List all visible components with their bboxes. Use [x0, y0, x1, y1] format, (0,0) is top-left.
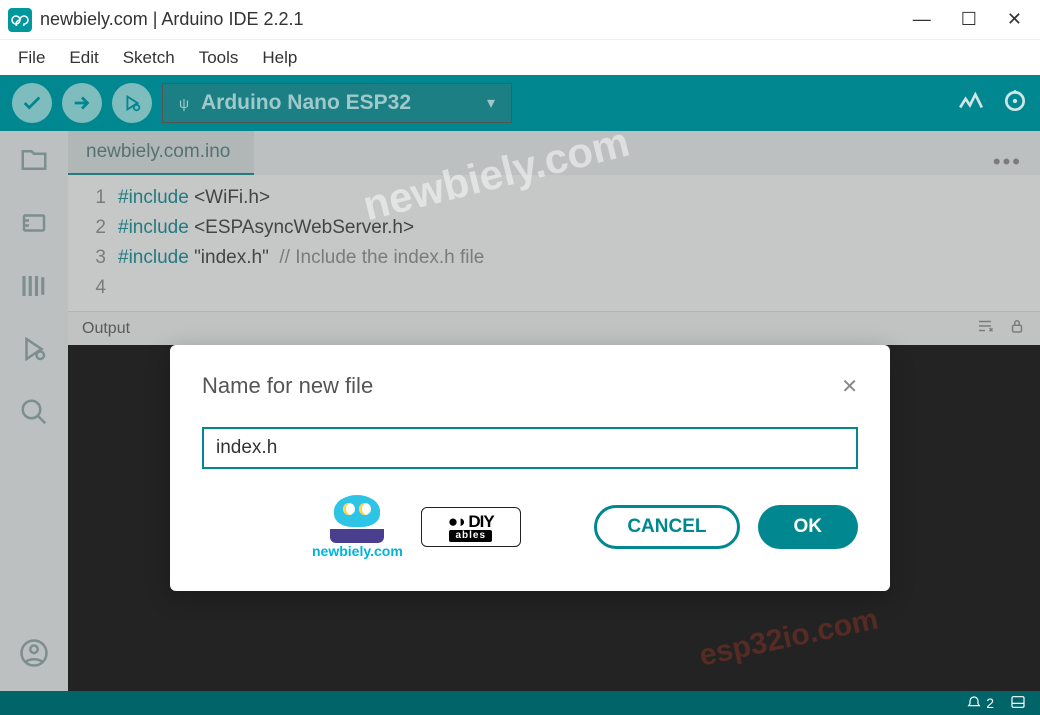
menu-edit[interactable]: Edit — [59, 44, 108, 72]
boards-manager-icon[interactable] — [19, 208, 49, 243]
output-lock-icon[interactable] — [1008, 317, 1026, 340]
menu-tools[interactable]: Tools — [189, 44, 249, 72]
close-icon[interactable]: ✕ — [1007, 9, 1022, 30]
chevron-down-icon: ▾ — [487, 93, 495, 113]
line-gutter: 1234 — [68, 175, 118, 311]
dialog-title: Name for new file — [202, 373, 373, 399]
search-icon[interactable] — [19, 397, 49, 432]
sidebar — [0, 131, 68, 691]
verify-button[interactable] — [12, 83, 52, 123]
tab-active[interactable]: newbiely.com.ino — [68, 131, 254, 175]
library-manager-icon[interactable] — [19, 271, 49, 306]
board-selector[interactable]: ψ Arduino Nano ESP32 ▾ — [162, 83, 512, 123]
debug-button[interactable] — [112, 83, 152, 123]
panel-toggle-icon[interactable] — [1010, 694, 1026, 713]
menu-help[interactable]: Help — [252, 44, 307, 72]
newbiely-logo: newbiely.com — [312, 495, 403, 559]
filename-input[interactable] — [202, 427, 858, 469]
maximize-icon[interactable]: ☐ — [961, 9, 977, 30]
cancel-button[interactable]: CANCEL — [594, 505, 739, 549]
board-name: Arduino Nano ESP32 — [201, 91, 411, 115]
new-file-dialog: Name for new file ✕ newbiely.com DIY abl… — [170, 345, 890, 591]
output-clear-icon[interactable] — [976, 317, 994, 340]
output-label: Output — [82, 320, 130, 338]
menu-sketch[interactable]: Sketch — [113, 44, 185, 72]
notification-icon[interactable]: 2 — [966, 695, 994, 711]
minimize-icon[interactable]: — — [913, 9, 931, 30]
output-bar: Output — [68, 311, 1040, 345]
arduino-app-icon — [8, 8, 32, 32]
menu-file[interactable]: File — [8, 44, 55, 72]
titlebar: newbiely.com | Arduino IDE 2.2.1 — ☐ ✕ — [0, 0, 1040, 40]
window-title: newbiely.com | Arduino IDE 2.2.1 — [40, 9, 303, 30]
menubar: File Edit Sketch Tools Help — [0, 40, 1040, 75]
tab-more-icon[interactable]: ••• — [975, 149, 1040, 175]
statusbar: 2 — [0, 691, 1040, 715]
tabbar: newbiely.com.ino ••• — [68, 131, 1040, 175]
sketchbook-icon[interactable] — [19, 145, 49, 180]
serial-monitor-icon[interactable] — [1002, 88, 1028, 119]
diyables-logo: DIY ables — [421, 507, 521, 547]
code-editor[interactable]: 1234 #include <WiFi.h> #include <ESPAsyn… — [68, 175, 1040, 311]
usb-icon: ψ — [179, 95, 189, 111]
debug-panel-icon[interactable] — [19, 334, 49, 369]
ok-button[interactable]: OK — [758, 505, 859, 549]
account-icon[interactable] — [19, 638, 49, 673]
upload-button[interactable] — [62, 83, 102, 123]
dialog-close-icon[interactable]: ✕ — [841, 374, 858, 399]
serial-plotter-icon[interactable] — [958, 88, 984, 119]
toolbar: ψ Arduino Nano ESP32 ▾ — [0, 75, 1040, 131]
